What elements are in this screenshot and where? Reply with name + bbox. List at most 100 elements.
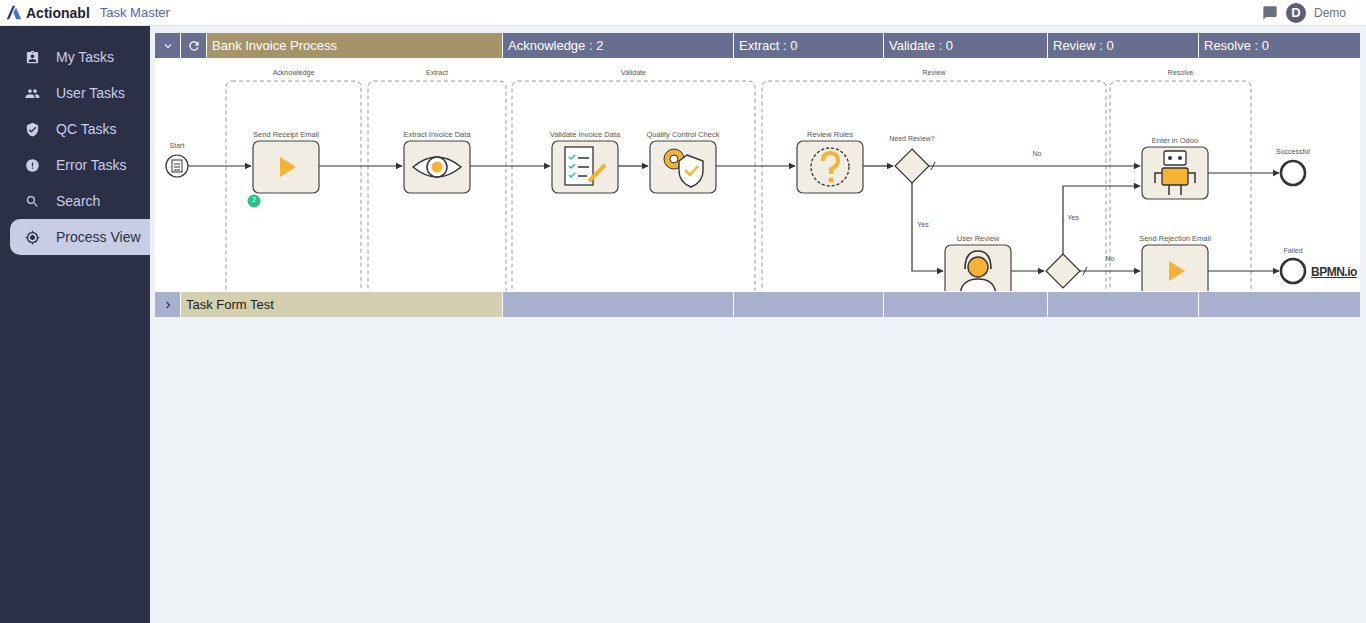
lane-box [226, 81, 361, 291]
gateway[interactable] [895, 149, 929, 183]
stage-cell [1199, 292, 1360, 317]
process-name[interactable]: Task Form Test [181, 292, 502, 317]
task-node[interactable] [404, 141, 470, 193]
lane-box [762, 81, 1106, 291]
sidebar-item[interactable]: QC Tasks [0, 111, 150, 147]
robot-icon [1155, 151, 1195, 195]
end-event[interactable] [1281, 161, 1305, 185]
my-tasks-icon [25, 50, 40, 65]
user-name[interactable]: Demo [1314, 6, 1346, 20]
user-tasks-icon [25, 86, 40, 101]
user-avatar[interactable]: D [1286, 3, 1306, 23]
sequence-flow [188, 165, 251, 166]
sequence-flow [716, 165, 795, 166]
lane-label: Resolve [1110, 69, 1251, 76]
sequence-flow [470, 165, 550, 166]
task-label: Validate Invoice Data [548, 130, 622, 139]
sequence-flow [1080, 270, 1140, 271]
lane-label: Validate [512, 69, 755, 76]
sequence-flow [1011, 270, 1044, 271]
stage-cell [503, 292, 733, 317]
brand-name: Actionabl [26, 5, 90, 21]
start-event[interactable] [166, 155, 188, 177]
top-bar: Actionabl Task Master D Demo [0, 0, 1366, 26]
stage-count[interactable]: Extract : 0 [734, 33, 883, 58]
task-node[interactable] [248, 141, 320, 208]
refresh-icon [187, 39, 201, 53]
sequence-flow [1063, 186, 1140, 254]
user-area: D Demo [1262, 3, 1346, 23]
flow-label: Yes [1063, 214, 1083, 221]
sequence-flow [1208, 270, 1279, 271]
task-node[interactable] [1142, 147, 1208, 199]
task-label: Extract Invoice Data [400, 130, 474, 139]
task-node[interactable] [945, 245, 1011, 291]
diagram-canvas [155, 59, 1360, 291]
task-label: Send Rejection Email [1138, 234, 1212, 243]
process-row: Bank Invoice ProcessAcknowledge : 2Extra… [155, 33, 1360, 58]
brand[interactable]: Actionabl Task Master [5, 4, 170, 21]
question-icon [811, 148, 849, 186]
default-flow-mark [1083, 267, 1087, 275]
stage-cell [1048, 292, 1198, 317]
task-label: Send Receipt Email [249, 130, 323, 139]
task-count-badge [248, 195, 261, 208]
flow-label: No [1027, 150, 1047, 157]
chevron-right-icon [161, 298, 175, 312]
person-icon [960, 251, 996, 291]
qc-tasks-icon [25, 122, 40, 137]
stage-count[interactable]: Review : 0 [1048, 33, 1198, 58]
play-icon [1169, 261, 1185, 281]
sequence-flow [912, 183, 943, 271]
process-view: Bank Invoice ProcessAcknowledge : 2Extra… [150, 26, 1366, 623]
flow-label: No [1100, 255, 1120, 262]
end-event[interactable] [1281, 259, 1305, 283]
sequence-flow [863, 165, 893, 166]
refresh-button[interactable] [181, 33, 206, 58]
sidebar-item[interactable]: Error Tasks [0, 147, 150, 183]
lane-label: Acknowledge [226, 69, 361, 76]
task-label: User Review [941, 234, 1015, 243]
task-label: Review Rules [793, 130, 867, 139]
flow-label: Yes [913, 221, 933, 228]
task-count: 2 [248, 195, 260, 204]
sidebar: My TasksUser TasksQC TasksError TasksSea… [0, 26, 150, 623]
task-node[interactable] [1142, 245, 1208, 291]
task-node[interactable] [552, 141, 618, 193]
stage-cell [734, 292, 883, 317]
lane-label: Review [762, 69, 1106, 76]
stage-count[interactable]: Acknowledge : 2 [503, 33, 733, 58]
gateway[interactable] [1046, 254, 1080, 288]
stage-count[interactable]: Resolve : 0 [1199, 33, 1360, 58]
sidebar-item[interactable]: Search [0, 183, 150, 219]
product-name: Task Master [100, 5, 170, 20]
gateway-label: Need Review? [882, 134, 942, 143]
task-node[interactable] [797, 141, 863, 193]
app: Actionabl Task Master D Demo My TasksUser Ta… [0, 0, 1366, 623]
task-label: Enter in Odoo [1138, 136, 1212, 145]
checklist-icon [565, 147, 605, 185]
sidebar-item[interactable]: User Tasks [0, 75, 150, 111]
lane-box [368, 81, 506, 291]
process-name[interactable]: Bank Invoice Process [207, 33, 502, 58]
stage-count[interactable]: Validate : 0 [884, 33, 1047, 58]
sidebar-item[interactable]: My Tasks [0, 39, 150, 75]
task-node[interactable] [650, 141, 716, 193]
error-tasks-icon [25, 158, 40, 173]
task-label: Quality Control Check [646, 130, 720, 139]
search-icon [25, 194, 40, 209]
expand-button[interactable] [155, 292, 180, 317]
sidebar-item[interactable]: Process View [10, 219, 150, 255]
event-label: Failed [1263, 246, 1323, 255]
process-view-icon [25, 230, 40, 245]
expand-button[interactable] [155, 33, 180, 58]
chat-icon[interactable] [1262, 5, 1278, 21]
chevron-down-icon [161, 39, 175, 53]
bpmn-diagram: Acknowledge Extract Validate Review Resolve S… [155, 59, 1360, 291]
default-flow-mark [931, 162, 935, 170]
lane-label: Extract [368, 69, 506, 76]
stage-cell [884, 292, 1047, 317]
sequence-flow [617, 165, 648, 166]
logo-icon [5, 4, 22, 21]
bpmn-io-link[interactable]: BPMN.io [1311, 265, 1357, 279]
